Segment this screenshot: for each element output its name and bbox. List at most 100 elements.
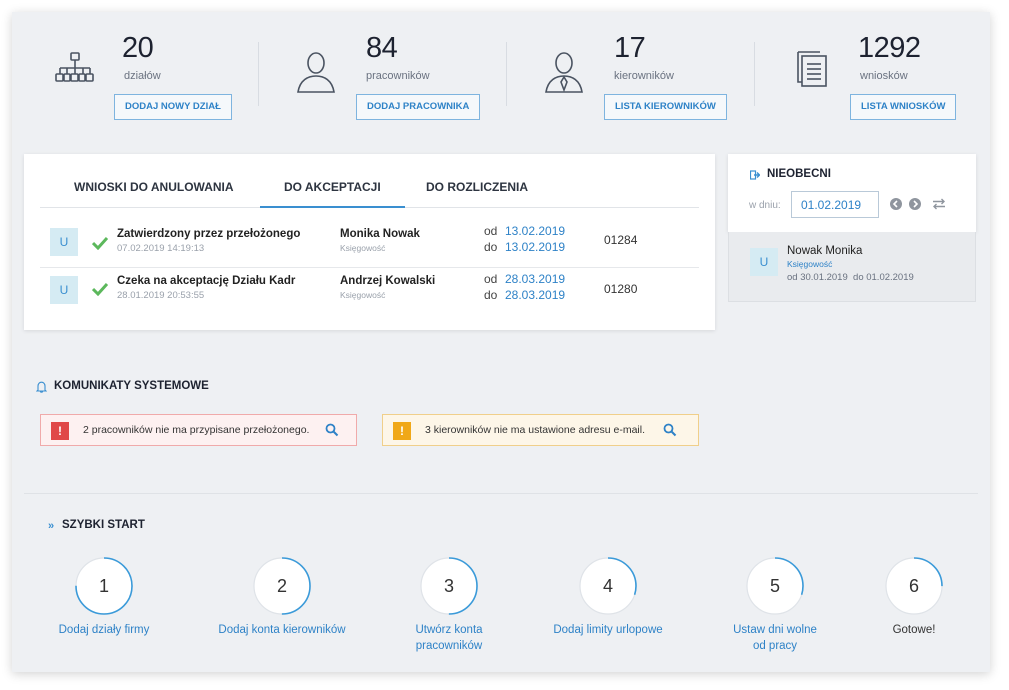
alert-badge: !: [51, 422, 69, 440]
stat-requests: 1292 wniosków LISTA WNIOSKÓW: [790, 32, 980, 124]
next-day-icon[interactable]: [909, 198, 921, 210]
date-from[interactable]: 28.03.2019: [505, 272, 565, 286]
date-to[interactable]: 13.02.2019: [505, 240, 565, 254]
system-messages-title: KOMUNIKATY SYSTEMOWE: [54, 380, 209, 392]
step-number: 5: [769, 576, 780, 596]
to-label: do: [484, 288, 498, 302]
divider: [258, 42, 259, 106]
step-label-line: Ustaw dni wolne: [733, 624, 817, 636]
stat-value: 1292: [858, 32, 921, 64]
table-row[interactable]: U Zatwierdzony przez przełożonego 07.02.…: [40, 220, 699, 267]
absent-name: Nowak Monika: [787, 245, 863, 257]
alert-badge: !: [393, 422, 411, 440]
quick-start-step-label[interactable]: Dodaj działy firmy: [24, 622, 184, 638]
stats-bar: 20 działów DODAJ NOWY DZIAŁ 84 pracownik…: [12, 12, 990, 130]
step-number: 1: [98, 576, 109, 596]
step-label-line: od pracy: [752, 640, 798, 652]
add-department-button[interactable]: DODAJ NOWY DZIAŁ: [114, 94, 232, 120]
tab-to-settle[interactable]: DO ROZLICZENIA: [426, 180, 528, 208]
search-icon[interactable]: [325, 423, 339, 437]
stat-value: 17: [614, 32, 646, 64]
employee-department: Księgowość: [340, 243, 386, 253]
date-to[interactable]: 28.03.2019: [505, 288, 565, 302]
request-number: 01284: [604, 233, 638, 247]
divider: [24, 493, 978, 494]
add-employee-button[interactable]: DODAJ PRACOWNIKA: [356, 94, 481, 120]
employee-department: Księgowość: [340, 290, 386, 300]
absent-date-input[interactable]: [791, 191, 879, 218]
step-number: 4: [602, 576, 613, 596]
checkmark-icon: [92, 236, 108, 250]
request-status: Czeka na akceptację Działu Kadr: [117, 275, 296, 287]
stat-label: wniosków: [860, 70, 908, 82]
user-icon: [297, 52, 335, 93]
quick-start-step-label[interactable]: Ustaw dni wolne od pracy: [695, 622, 855, 654]
absent-range: od 30.01.2019 do 01.02.2019: [787, 272, 914, 283]
swap-icon[interactable]: [932, 198, 946, 210]
divider: [506, 42, 507, 106]
org-chart-icon: [55, 52, 94, 82]
step-label-line: Utwórz konta: [415, 624, 483, 636]
avatar: U: [50, 228, 78, 256]
absent-card: NIEOBECNI w dniu:: [728, 154, 976, 232]
sign-out-icon: [750, 170, 760, 180]
step-label-line: Gotowe!: [892, 624, 936, 636]
request-status: Zatwierdzony przez przełożonego: [117, 228, 301, 240]
dashboard-frame: 20 działów DODAJ NOWY DZIAŁ 84 pracownik…: [12, 12, 990, 672]
request-timestamp: 28.01.2019 20:53:55: [117, 290, 205, 301]
manager-icon: [545, 52, 583, 93]
quick-start-step-3[interactable]: 3: [419, 556, 479, 616]
request-timestamp: 07.02.2019 14:19:13: [117, 243, 205, 254]
quick-start-step-6[interactable]: 6: [884, 556, 944, 616]
requests-tabs: WNIOSKI DO ANULOWANIA DO AKCEPTACJI DO R…: [40, 174, 699, 208]
step-label-line: Dodaj działy firmy: [58, 624, 150, 636]
quick-start-step-label: Gotowe!: [834, 622, 994, 638]
to-label: do: [484, 240, 498, 254]
table-row[interactable]: U Czeka na akceptację Działu Kadr 28.01.…: [40, 267, 699, 314]
stat-label: kierowników: [614, 70, 674, 82]
absent-person[interactable]: U Nowak Monika Księgowość od 30.01.2019 …: [728, 232, 976, 302]
managers-list-button[interactable]: LISTA KIEROWNIKÓW: [604, 94, 727, 120]
from-label: od: [484, 272, 498, 286]
alert-text: 2 pracowników nie ma przypisane przełożo…: [83, 424, 310, 436]
stat-managers: 17 kierowników LISTA KIEROWNIKÓW: [542, 32, 752, 124]
step-label-line: Dodaj limity urlopowe: [553, 624, 663, 636]
stat-departments: 20 działów DODAJ NOWY DZIAŁ: [52, 32, 252, 124]
requests-list-button[interactable]: LISTA WNIOSKÓW: [850, 94, 957, 120]
divider: [754, 42, 755, 106]
quick-start-step-label[interactable]: Dodaj konta kierowników: [202, 622, 362, 638]
quick-start-step-5[interactable]: 5: [745, 556, 805, 616]
tab-to-cancel[interactable]: WNIOSKI DO ANULOWANIA: [74, 180, 234, 208]
avatar: U: [750, 248, 778, 276]
alert-no-supervisor: ! 2 pracowników nie ma przypisane przeło…: [40, 414, 357, 446]
employee-name: Andrzej Kowalski: [340, 275, 436, 287]
search-icon[interactable]: [663, 423, 677, 437]
quick-start-step-2[interactable]: 2: [252, 556, 312, 616]
bell-icon: [36, 381, 47, 393]
step-number: 3: [443, 576, 454, 596]
tab-to-accept[interactable]: DO AKCEPTACJI: [260, 180, 405, 208]
quick-start-step-1[interactable]: 1: [74, 556, 134, 616]
requests-card: WNIOSKI DO ANULOWANIA DO AKCEPTACJI DO R…: [24, 154, 715, 330]
request-number: 01280: [604, 282, 638, 296]
quick-start-step-label[interactable]: Dodaj limity urlopowe: [528, 622, 688, 638]
date-label: w dniu:: [749, 200, 781, 211]
alert-text: 3 kierowników nie ma ustawione adresu e-…: [425, 424, 646, 436]
absent-title: NIEOBECNI: [767, 168, 831, 180]
quick-start-step-4[interactable]: 4: [578, 556, 638, 616]
step-number: 6: [908, 576, 919, 596]
step-label-line: pracowników: [415, 640, 483, 652]
absent-department: Księgowość: [787, 259, 833, 269]
double-chevron-icon: »: [48, 520, 55, 532]
stat-employees: 84 pracowników DODAJ PRACOWNIKA: [294, 32, 504, 124]
documents-icon: [797, 51, 827, 87]
stat-label: działów: [124, 70, 161, 82]
quick-start-step-label[interactable]: Utwórz konta pracowników: [369, 622, 529, 654]
avatar: U: [50, 276, 78, 304]
checkmark-icon: [92, 282, 108, 296]
stat-value: 20: [122, 32, 154, 64]
date-from[interactable]: 13.02.2019: [505, 224, 565, 238]
prev-day-icon[interactable]: [890, 198, 902, 210]
employee-name: Monika Nowak: [340, 228, 420, 240]
quick-start-title: SZYBKI START: [62, 519, 145, 531]
